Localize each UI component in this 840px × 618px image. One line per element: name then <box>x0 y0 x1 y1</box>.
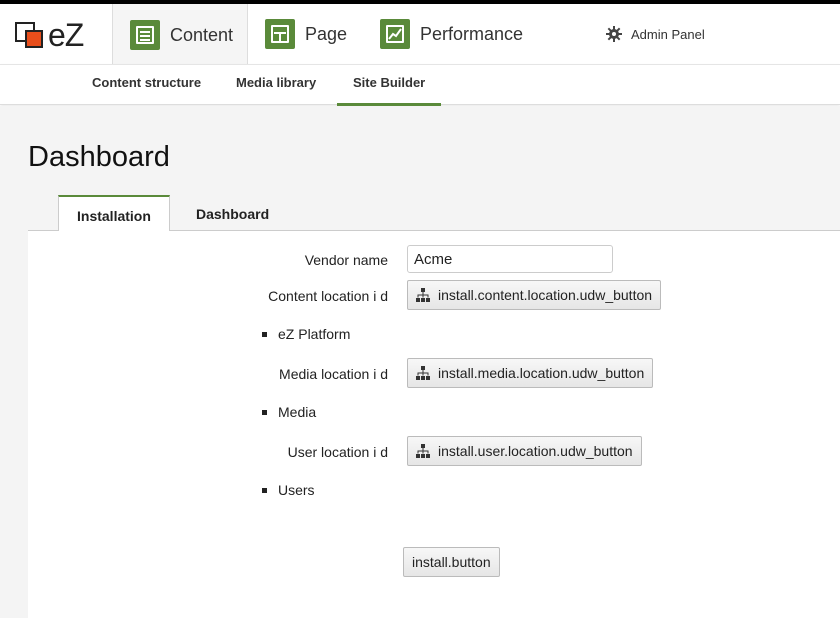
content-location-label: Content location i d <box>268 288 388 304</box>
bullet <box>262 488 267 493</box>
zone-content[interactable]: Content <box>112 4 248 66</box>
content-selected-location: eZ Platform <box>278 326 351 342</box>
zone-page-label: Page <box>305 23 348 44</box>
content-location-button[interactable]: install.content.location.udw_button <box>407 280 662 310</box>
page-icon <box>265 19 295 49</box>
sitemap-icon <box>416 444 430 458</box>
zone-performance[interactable]: Performance <box>380 4 523 64</box>
installation-panel: Vendor name Content location i d install… <box>28 231 840 618</box>
admin-panel-label: Admin Panel <box>631 26 705 42</box>
user-location-button[interactable]: install.user.location.udw_button <box>407 436 642 466</box>
gear-icon <box>606 26 622 42</box>
tab-bar: Installation Dashboard <box>28 195 840 232</box>
sitemap-icon <box>416 288 430 302</box>
subnav-media-library[interactable]: Media library <box>220 65 332 106</box>
logo-text: eZ <box>48 17 84 53</box>
media-location-button-label: install.media.location.udw_button <box>438 365 645 381</box>
top-navigation: eZ Content Page Performance Admin Panel <box>0 0 840 66</box>
tab-dashboard[interactable]: Dashboard <box>178 195 287 231</box>
media-location-button[interactable]: install.media.location.udw_button <box>407 358 654 388</box>
install-button[interactable]: install.button <box>403 547 500 577</box>
zone-content-label: Content <box>170 24 234 45</box>
sitemap-icon <box>416 366 430 380</box>
ez-logo[interactable]: eZ <box>14 17 94 53</box>
subnav-content-structure[interactable]: Content structure <box>76 65 217 106</box>
vendor-name-label: Vendor name <box>304 252 388 268</box>
vendor-name-input[interactable] <box>407 245 613 273</box>
media-location-label: Media location i d <box>279 366 388 382</box>
zone-performance-label: Performance <box>420 23 524 44</box>
zone-page[interactable]: Page <box>265 4 347 64</box>
admin-panel-link[interactable]: Admin Panel <box>606 26 705 42</box>
page-title: Dashboard <box>28 141 170 173</box>
media-selected-location: Media <box>278 404 317 420</box>
user-selected-location: Users <box>278 482 315 498</box>
bullet <box>262 332 267 337</box>
tab-installation[interactable]: Installation <box>58 195 170 232</box>
content-icon <box>130 20 160 50</box>
subnav-site-builder[interactable]: Site Builder <box>337 65 442 106</box>
sub-navigation: Content structure Media library Site Bui… <box>0 64 840 106</box>
main-content: Dashboard Installation Dashboard Vendor … <box>0 106 840 618</box>
user-location-button-label: install.user.location.udw_button <box>438 443 633 459</box>
user-location-label: User location i d <box>287 444 388 460</box>
content-location-button-label: install.content.location.udw_button <box>438 287 653 303</box>
logo-square-orange <box>25 30 43 48</box>
performance-icon <box>380 19 410 49</box>
bullet <box>262 410 267 415</box>
